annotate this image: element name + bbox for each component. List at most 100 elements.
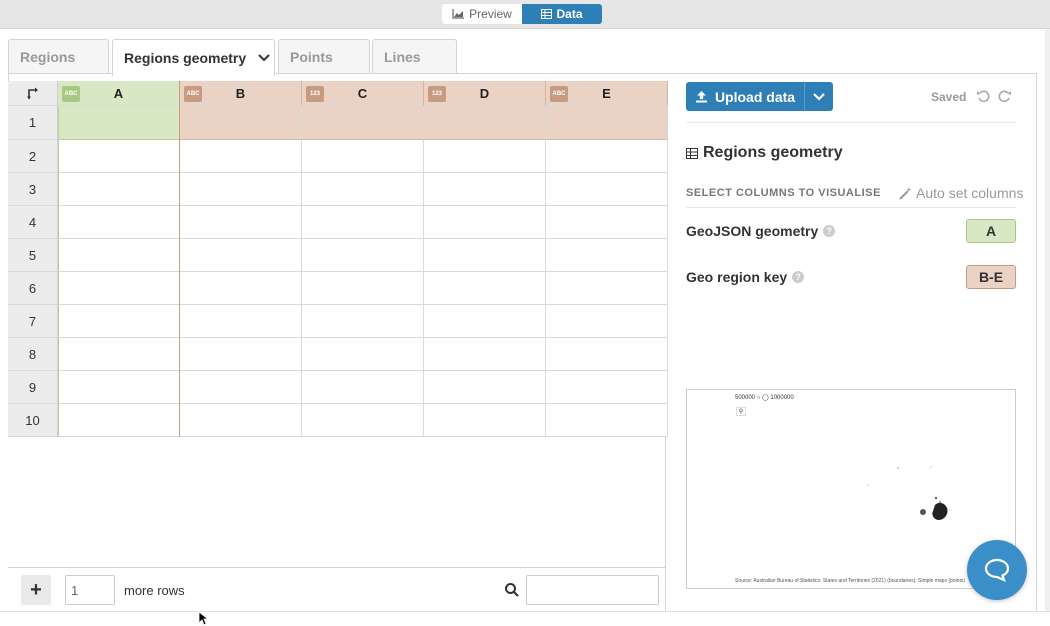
grid-cell[interactable] [302,140,424,173]
grid-cell[interactable] [546,404,668,437]
row-header[interactable]: 1 [8,106,58,140]
grid-cell[interactable] [58,338,180,371]
map-shapes [867,466,948,520]
section-title-label: Regions geometry [703,144,843,161]
grid-cell[interactable] [302,338,424,371]
grid-cell[interactable] [302,371,424,404]
tab-regions-geometry[interactable]: Regions geometry [112,39,275,76]
grid-cell[interactable] [180,272,302,305]
divider [686,207,1016,208]
undo-icon[interactable] [976,89,990,103]
preview-toggle-button[interactable]: Preview [442,4,522,24]
column-separator [179,81,180,437]
upload-data-button[interactable]: Upload data [686,82,833,111]
grid-cell[interactable] [302,106,424,140]
grid-cell[interactable] [546,338,668,371]
grid-cell[interactable] [424,371,546,404]
help-chat-button[interactable] [967,540,1027,600]
row-header[interactable]: 8 [8,338,58,371]
grid-cell[interactable] [180,305,302,338]
grid-cell[interactable] [58,106,180,140]
add-rows-button[interactable]: + [21,575,51,605]
grid-cell[interactable] [58,140,180,173]
grid-cell[interactable] [58,239,180,272]
grid-cell[interactable] [546,140,668,173]
select-columns-label: SELECT COLUMNS TO VISUALISE [686,187,881,199]
grid-cell[interactable] [546,206,668,239]
grid-cell[interactable] [424,272,546,305]
map-source-note: Source: Australian Bureau of Statistics:… [735,578,966,584]
grid-cell[interactable] [424,206,546,239]
grid-cell[interactable] [424,404,546,437]
grid-cell[interactable] [424,338,546,371]
column-type-badge: ABC [62,86,80,102]
grid-cell[interactable] [180,140,302,173]
data-toggle-button[interactable]: Data [522,4,602,24]
grid-cell[interactable] [58,305,180,338]
grid-cell[interactable] [546,106,668,140]
grid-cell[interactable] [546,371,668,404]
grid-cell[interactable] [58,272,180,305]
column-header-d[interactable]: 123 D [424,81,546,106]
row-header[interactable]: 3 [8,173,58,206]
tab-regions[interactable]: Regions [8,39,109,74]
column-header-b[interactable]: ABC B [180,81,302,106]
grid-cell[interactable] [58,371,180,404]
tab-lines[interactable]: Lines [372,39,457,74]
tab-points[interactable]: Points [278,39,370,74]
grid-cell[interactable] [546,272,668,305]
search-input[interactable] [526,575,659,605]
column-header-a[interactable]: ABC A [58,81,180,106]
redo-icon[interactable] [998,89,1012,103]
help-icon[interactable]: ? [792,271,805,283]
grid-cell[interactable] [424,173,546,206]
grid-cell[interactable] [424,305,546,338]
row-header[interactable]: 5 [8,239,58,272]
column-header-c[interactable]: 123 C [302,81,424,106]
auto-set-columns-button[interactable]: Auto set columns [899,185,1023,201]
divider [686,122,1016,123]
grid-cell[interactable] [302,206,424,239]
row-header[interactable]: 9 [8,371,58,404]
row-header[interactable]: 7 [8,305,58,338]
grid-cell[interactable] [180,106,302,140]
grid-cell[interactable] [546,239,668,272]
geojson-column-pill[interactable]: A [966,219,1016,243]
magic-wand-icon [899,186,912,200]
column-type-badge: 123 [306,86,324,102]
grid-cell[interactable] [180,338,302,371]
row-header[interactable]: 6 [8,272,58,305]
grid-cell[interactable] [180,239,302,272]
grid-cell[interactable] [546,305,668,338]
grid-cell[interactable] [302,173,424,206]
grid-cell[interactable] [180,173,302,206]
grid-cell[interactable] [180,404,302,437]
region-key-column-pill[interactable]: B-E [966,265,1016,289]
grid-cell[interactable] [302,305,424,338]
transpose-icon[interactable] [26,86,40,100]
row-header[interactable]: 2 [8,140,58,173]
grid-cell[interactable] [424,140,546,173]
rows-count-input[interactable]: 1 [65,575,115,605]
grid-cell[interactable] [180,371,302,404]
upload-options-button[interactable] [805,82,833,111]
tab-label: Regions geometry [124,50,247,66]
column-header-e[interactable]: ABC E [546,81,668,106]
grid-cell[interactable] [302,272,424,305]
row-header[interactable]: 4 [8,206,58,239]
grid-cell[interactable] [302,404,424,437]
upload-main[interactable]: Upload data [686,82,805,111]
grid-cell[interactable] [58,206,180,239]
grid-cell[interactable] [302,239,424,272]
grid-cell[interactable] [180,206,302,239]
grid-cell[interactable] [58,404,180,437]
chevron-down-icon[interactable] [258,54,270,62]
grid-corner[interactable] [8,81,58,106]
grid-cell[interactable] [424,239,546,272]
grid-cell[interactable] [58,173,180,206]
help-icon[interactable]: ? [823,225,836,237]
row-header[interactable]: 10 [8,404,58,437]
table-icon [541,9,553,19]
grid-cell[interactable] [424,106,546,140]
grid-cell[interactable] [546,173,668,206]
